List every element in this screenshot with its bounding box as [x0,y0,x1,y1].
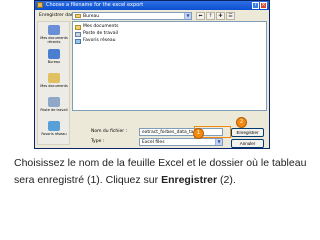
computer-icon [75,32,81,37]
view-menu-button[interactable]: ☰ [226,12,235,20]
place-my-documents[interactable]: Mes documents [39,73,69,88]
back-button[interactable]: ⬅ [196,12,205,20]
folder-icon [75,25,81,30]
network-icon [48,121,60,131]
save-button[interactable]: Enregistrer [231,128,264,137]
desktop-icon [48,49,60,59]
new-folder-button[interactable]: ✚ [216,12,225,20]
caption-emphasis: Enregistrer [161,174,218,186]
step-marker-1: 1 [193,128,204,139]
save-in-dropdown[interactable]: Bureau ▼ [72,12,192,20]
network-icon [75,39,81,44]
file-type-dropdown[interactable]: Excel files ▼ [139,138,223,146]
my-documents-icon [48,73,60,83]
place-my-computer[interactable]: Poste de travail [39,97,69,112]
folder-icon [75,14,81,18]
file-list[interactable]: Mes documents Poste de travail Favoris r… [72,21,267,111]
chevron-down-icon[interactable]: ▼ [215,139,222,145]
close-button[interactable]: × [260,2,267,9]
chevron-down-icon[interactable]: ▼ [184,13,191,19]
places-bar: Mes documents récents Bureau Mes documen… [37,21,70,145]
recent-documents-icon [48,25,60,35]
save-dialog: Choose a filename for the excel export ?… [34,0,270,149]
up-folder-button[interactable]: ↑ [206,12,215,20]
filename-label: Nom du fichier : [91,129,128,134]
app-icon [37,2,43,8]
place-recent[interactable]: Mes documents récents [39,25,69,44]
title-bar: Choose a filename for the excel export ?… [35,1,269,10]
help-button[interactable]: ? [252,2,259,9]
computer-icon [48,97,60,107]
step-marker-2: 2 [236,117,247,128]
dialog-title: Choose a filename for the excel export [46,2,144,8]
save-in-value: Bureau [83,14,100,19]
cancel-button[interactable]: Annuler [231,139,264,148]
place-desktop[interactable]: Bureau [39,49,69,64]
type-label: Type : [91,139,105,144]
place-network[interactable]: Favoris réseau [39,121,69,136]
instruction-caption: Choisissez le nom de la feuille Excel et… [14,157,307,186]
